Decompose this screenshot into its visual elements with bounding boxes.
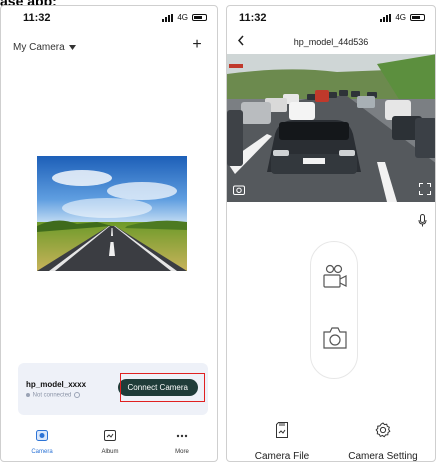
- sd-card-icon: [276, 422, 288, 442]
- live-video-feed[interactable]: [227, 54, 435, 202]
- tab-more-label: More: [175, 449, 189, 455]
- highlight-box: [120, 373, 205, 402]
- microphone-icon[interactable]: [418, 214, 427, 232]
- info-icon[interactable]: [74, 392, 81, 398]
- snapshot-icon[interactable]: [233, 182, 245, 200]
- camera-home-screen: 11:32 4G My Camera + hp_model_xxxx Not c…: [0, 5, 218, 462]
- tab-album[interactable]: Album: [85, 428, 135, 455]
- connection-status: Not connected: [26, 392, 81, 399]
- status-time: 11:32: [23, 12, 51, 24]
- tab-more[interactable]: More: [157, 428, 207, 455]
- album-icon: [104, 428, 116, 445]
- status-bar: 11:32 4G: [1, 6, 217, 28]
- status-indicators: 4G: [162, 13, 207, 22]
- add-camera-button[interactable]: +: [189, 37, 205, 54]
- more-dots-icon: [176, 428, 188, 445]
- network-label: 4G: [177, 13, 188, 22]
- tab-album-label: Album: [101, 449, 119, 455]
- signal-icon-right: [380, 13, 392, 22]
- camera-select-dropdown[interactable]: My Camera: [13, 42, 76, 53]
- settings-gear-icon: [375, 422, 391, 442]
- status-time-right: 11:32: [239, 12, 267, 24]
- bottom-tab-bar: Camera Album More: [1, 426, 217, 461]
- camera-live-screen: 11:32 4G hp_model_44d536 Camera File Cam…: [226, 5, 436, 462]
- status-bar-right: 11:32 4G: [227, 6, 435, 28]
- camera-file-label: Camera File: [254, 451, 310, 462]
- camera-setting-label: Camera Setting: [348, 451, 418, 462]
- camera-tab-icon: [36, 428, 48, 445]
- device-title: hp_model_44d536: [293, 37, 369, 47]
- signal-icon: [162, 13, 174, 22]
- camera-setting-button[interactable]: Camera Setting: [343, 422, 423, 462]
- road-hero-image: [37, 156, 187, 271]
- battery-icon: [192, 14, 207, 21]
- tab-camera-label: Camera: [31, 449, 53, 455]
- connection-status-text: Not connected: [32, 392, 72, 399]
- camera-select-label: My Camera: [13, 42, 65, 53]
- fullscreen-icon[interactable]: [419, 182, 431, 200]
- capture-controls: [310, 241, 358, 379]
- model-name: hp_model_xxxx: [26, 380, 87, 389]
- tab-camera[interactable]: Camera: [17, 428, 67, 455]
- camera-file-button[interactable]: Camera File: [247, 422, 317, 462]
- status-dot-icon: [26, 393, 30, 397]
- battery-icon-right: [410, 14, 425, 21]
- record-video-icon[interactable]: [322, 264, 348, 295]
- take-photo-icon[interactable]: [322, 326, 348, 355]
- status-indicators-right: 4G: [380, 13, 425, 22]
- network-label-right: 4G: [395, 13, 406, 22]
- caret-down-icon: [68, 42, 76, 53]
